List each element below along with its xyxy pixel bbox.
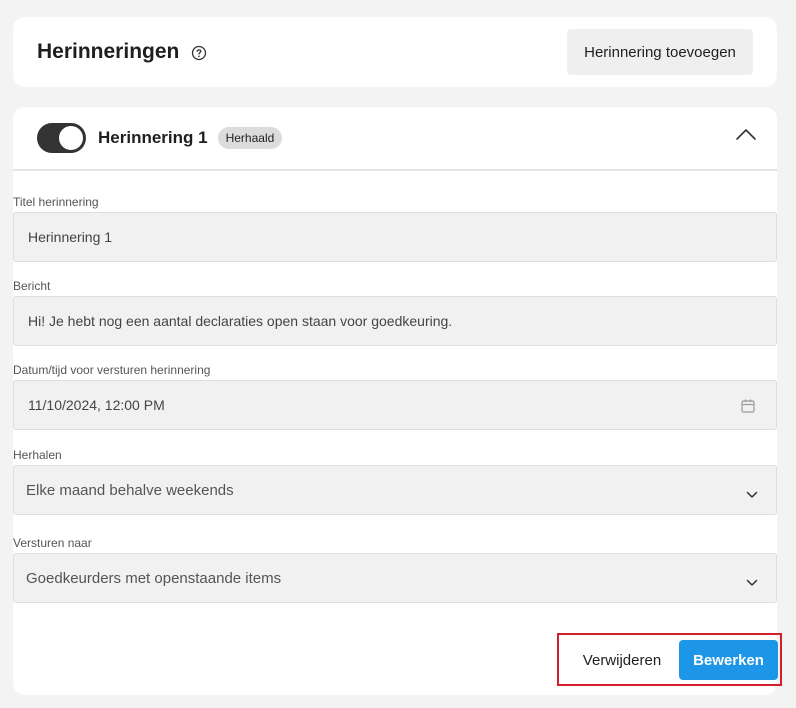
reminders-header: Herinneringen Herinnering toevoegen — [13, 17, 777, 87]
send-to-field: Versturen naar Goedkeurders met openstaa… — [13, 535, 777, 603]
reminder-enabled-toggle[interactable] — [37, 123, 86, 153]
title-input[interactable]: Herinnering 1 — [13, 212, 777, 262]
toggle-knob — [59, 126, 83, 150]
reminder-card-header[interactable]: Herinnering 1 Herhaald — [13, 107, 777, 171]
reminder-card: Herinnering 1 Herhaald Titel herinnering… — [13, 107, 777, 695]
datetime-field: Datum/tijd voor versturen herinnering 11… — [13, 362, 777, 430]
title-wrap: Herinneringen — [37, 40, 207, 64]
delete-button[interactable]: Verwijderen — [566, 640, 678, 680]
chevron-up-icon[interactable] — [735, 127, 757, 141]
chevron-down-icon — [746, 486, 758, 498]
add-reminder-button[interactable]: Herinnering toevoegen — [567, 29, 753, 75]
datetime-value: 11/10/2024, 12:00 PM — [28, 397, 165, 413]
reminder-actions: Verwijderen Bewerken — [557, 633, 782, 686]
repeat-value: Elke maand behalve weekends — [26, 481, 234, 499]
message-field-label: Bericht — [13, 279, 51, 293]
chevron-down-icon — [746, 574, 758, 586]
edit-button[interactable]: Bewerken — [679, 640, 778, 680]
send-to-value: Goedkeurders met openstaande items — [26, 569, 282, 587]
datetime-input[interactable]: 11/10/2024, 12:00 PM — [13, 380, 777, 430]
repeat-field-label: Herhalen — [13, 448, 62, 462]
calendar-icon[interactable] — [740, 398, 756, 414]
repeat-select[interactable]: Elke maand behalve weekends — [13, 465, 777, 515]
page-title: Herinneringen — [37, 40, 180, 63]
title-field-label: Titel herinnering — [13, 195, 99, 209]
repeat-badge: Herhaald — [217, 127, 283, 149]
send-to-field-label: Versturen naar — [13, 536, 92, 550]
message-field: Bericht Hi! Je hebt nog een aantal decla… — [13, 278, 777, 346]
repeat-field: Herhalen Elke maand behalve weekends — [13, 447, 777, 515]
reminder-name: Herinnering 1 — [98, 128, 208, 147]
datetime-field-label: Datum/tijd voor versturen herinnering — [13, 363, 211, 377]
message-input[interactable]: Hi! Je hebt nog een aantal declaraties o… — [13, 296, 777, 346]
help-circle-icon[interactable] — [191, 45, 207, 61]
title-field: Titel herinnering Herinnering 1 — [13, 194, 777, 262]
send-to-select[interactable]: Goedkeurders met openstaande items — [13, 553, 777, 603]
